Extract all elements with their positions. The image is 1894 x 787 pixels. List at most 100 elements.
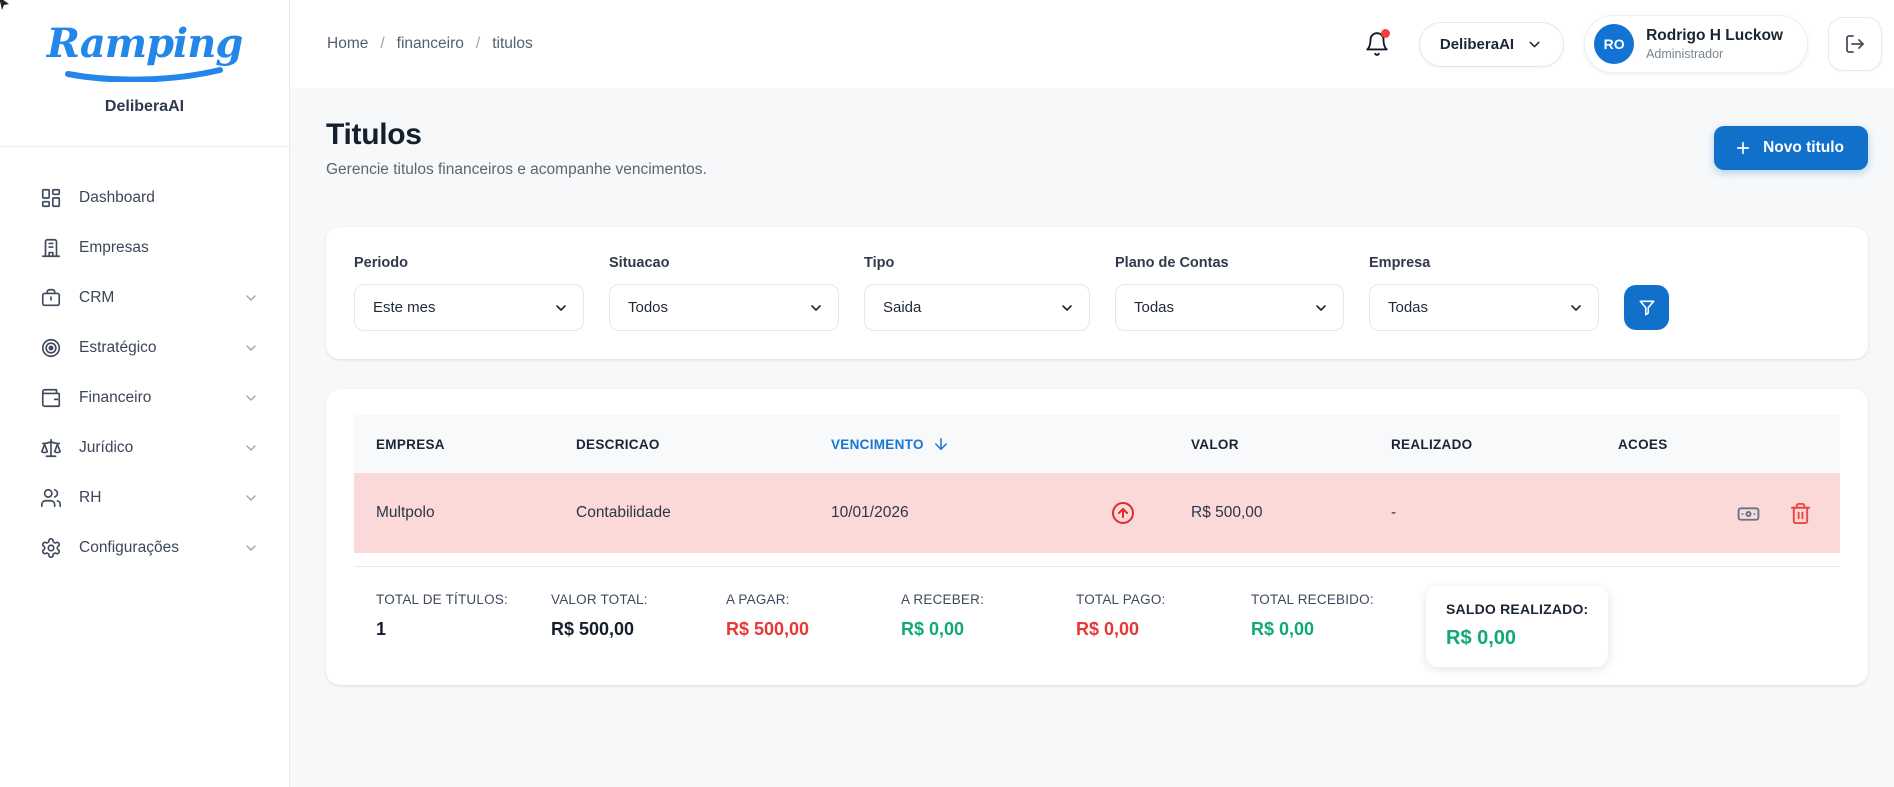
logout-icon [1846, 35, 1864, 53]
notification-badge [1380, 29, 1390, 38]
empresa-select[interactable]: Todas [1369, 284, 1599, 331]
summary-label-total-pago: TOTAL PAGO: [1076, 592, 1166, 607]
row-vencimento: 10/01/2026 [831, 504, 909, 521]
new-titulo-button[interactable]: Novo titulo [1714, 126, 1868, 170]
notifications-button[interactable] [1355, 22, 1399, 66]
titulos-table-card: EMPRESA DESCRICAO VENCIMENTO VALOR REALI… [326, 389, 1868, 685]
sidebar-item-rh[interactable]: RH [0, 473, 289, 523]
mouse-cursor-artifact [0, 0, 9, 10]
new-titulo-label: Novo titulo [1763, 139, 1844, 156]
sidebar-item-financeiro[interactable]: Financeiro [0, 373, 289, 423]
summary-label-total-recebido: TOTAL RECEBIDO: [1251, 592, 1374, 607]
chevron-down-icon [243, 490, 259, 506]
chevron-down-icon [243, 390, 259, 406]
trash-icon [1790, 502, 1811, 524]
row-valor: R$ 500,00 [1191, 504, 1263, 521]
payment-action-button[interactable] [1736, 501, 1761, 526]
summary-value-valor-total: R$ 500,00 [551, 619, 635, 639]
summary-value-a-pagar: R$ 500,00 [726, 619, 810, 639]
breadcrumb: Home / financeiro / titulos [327, 35, 533, 53]
sidebar-item-dashboard[interactable]: Dashboard [0, 173, 289, 223]
sidebar-item-label: RH [79, 489, 102, 506]
row-realizado: - [1391, 504, 1397, 521]
row-empresa: Multpolo [376, 504, 435, 521]
workspace-selector[interactable]: DeliberaAI [1418, 21, 1565, 67]
page-subtitle: Gerencie titulos financeiros e acompanhe… [326, 161, 707, 178]
summary-row: TOTAL DE TÍTULOS: 1 VALOR TOTAL: R$ 500,… [354, 567, 1840, 667]
app-window: Ramping DeliberaAI Dashboard Empresas CR… [0, 0, 1894, 787]
chevron-down-icon [243, 290, 259, 306]
breadcrumb-separator: / [475, 35, 481, 52]
sidebar-item-label: Estratégico [79, 339, 157, 356]
breadcrumb-titulos[interactable]: titulos [492, 35, 533, 53]
saida-arrow-up-circle-icon [1112, 502, 1134, 524]
summary-label-a-receber: A RECEBER: [901, 592, 985, 607]
filter-label-plano-de-contas: Plano de Contas [1115, 255, 1229, 271]
filter-label-situacao: Situacao [609, 255, 670, 271]
chevron-down-icon [1529, 41, 1540, 47]
breadcrumb-separator: / [380, 35, 385, 52]
tipo-select[interactable]: Saida [864, 284, 1090, 331]
plus-icon [1736, 141, 1750, 155]
topbar: Home / financeiro / titulos DeliberaAI R… [290, 0, 1894, 88]
chevron-down-icon [243, 440, 259, 456]
column-header-vencimento-sort[interactable]: VENCIMENTO [831, 435, 1169, 453]
user-name: Rodrigo H Luckow [1646, 26, 1783, 44]
table-row[interactable]: Multpolo Contabilidade 10/01/2026 R$ 500… [354, 473, 1840, 553]
funnel-icon [1639, 300, 1654, 315]
avatar: RO [1594, 24, 1635, 64]
scales-icon [41, 438, 61, 458]
filter-label-empresa: Empresa [1369, 255, 1431, 271]
user-menu[interactable]: RO Rodrigo H Luckow Administrador [1584, 15, 1808, 73]
sidebar-item-label: Dashboard [79, 189, 155, 206]
sidebar-item-estrategico[interactable]: Estratégico [0, 323, 289, 373]
summary-value-total-titulos: 1 [376, 619, 387, 639]
sidebar-item-empresas[interactable]: Empresas [0, 223, 289, 273]
dashboard-icon [41, 188, 61, 208]
users-icon [41, 488, 61, 508]
target-icon [41, 338, 61, 358]
sidebar-item-label: CRM [79, 289, 115, 306]
delete-action-button[interactable] [1789, 502, 1812, 525]
sidebar-divider [0, 146, 289, 147]
sidebar: Ramping DeliberaAI Dashboard Empresas CR… [0, 0, 290, 787]
user-role: Administrador [1646, 47, 1724, 62]
table-header-row: EMPRESA DESCRICAO VENCIMENTO VALOR REALI… [354, 415, 1840, 473]
column-header-valor: VALOR [1191, 436, 1239, 452]
situacao-select[interactable]: Todos [609, 284, 839, 331]
logout-button[interactable] [1828, 17, 1882, 71]
row-descricao: Contabilidade [576, 504, 671, 521]
sidebar-item-label: Jurídico [79, 439, 134, 456]
brand-logo[interactable]: Ramping [0, 0, 289, 82]
plano-de-contas-select[interactable]: Todas [1115, 284, 1344, 331]
breadcrumb-home[interactable]: Home [327, 35, 368, 53]
logo-swoosh [64, 67, 223, 82]
main-content: Titulos Gerencie titulos financeiros e a… [290, 88, 1894, 787]
sidebar-item-juridico[interactable]: Jurídico [0, 423, 289, 473]
summary-value-total-recebido: R$ 0,00 [1251, 619, 1315, 639]
banknote-icon [1737, 506, 1760, 521]
filters-card: Periodo Este mes Situacao Todos Tipo Sai… [326, 227, 1868, 359]
summary-value-a-receber: R$ 0,00 [901, 619, 965, 639]
breadcrumb-financeiro[interactable]: financeiro [397, 35, 464, 53]
summary-value-saldo-realizado: R$ 0,00 [1446, 627, 1517, 649]
briefcase-icon [41, 288, 61, 307]
gear-icon [41, 538, 61, 558]
workspace-selector-label: DeliberaAI [1439, 35, 1515, 53]
summary-label-total-titulos: TOTAL DE TÍTULOS: [376, 592, 508, 607]
summary-label-a-pagar: A PAGAR: [726, 592, 790, 607]
summary-label-valor-total: VALOR TOTAL: [551, 592, 648, 607]
sidebar-item-configuracoes[interactable]: Configurações [0, 523, 289, 573]
sidebar-item-label: Configurações [79, 539, 179, 556]
summary-value-total-pago: R$ 0,00 [1076, 619, 1140, 639]
building-icon [41, 238, 61, 258]
sidebar-item-label: Financeiro [79, 389, 152, 406]
wallet-icon [41, 388, 61, 408]
filter-label-tipo: Tipo [864, 255, 895, 271]
apply-filters-button[interactable] [1624, 285, 1669, 330]
sort-desc-arrow-icon [934, 438, 947, 450]
periodo-select[interactable]: Este mes [354, 284, 584, 331]
chevron-down-icon [243, 340, 259, 356]
sidebar-item-crm[interactable]: CRM [0, 273, 289, 323]
chevron-down-icon [243, 540, 259, 556]
